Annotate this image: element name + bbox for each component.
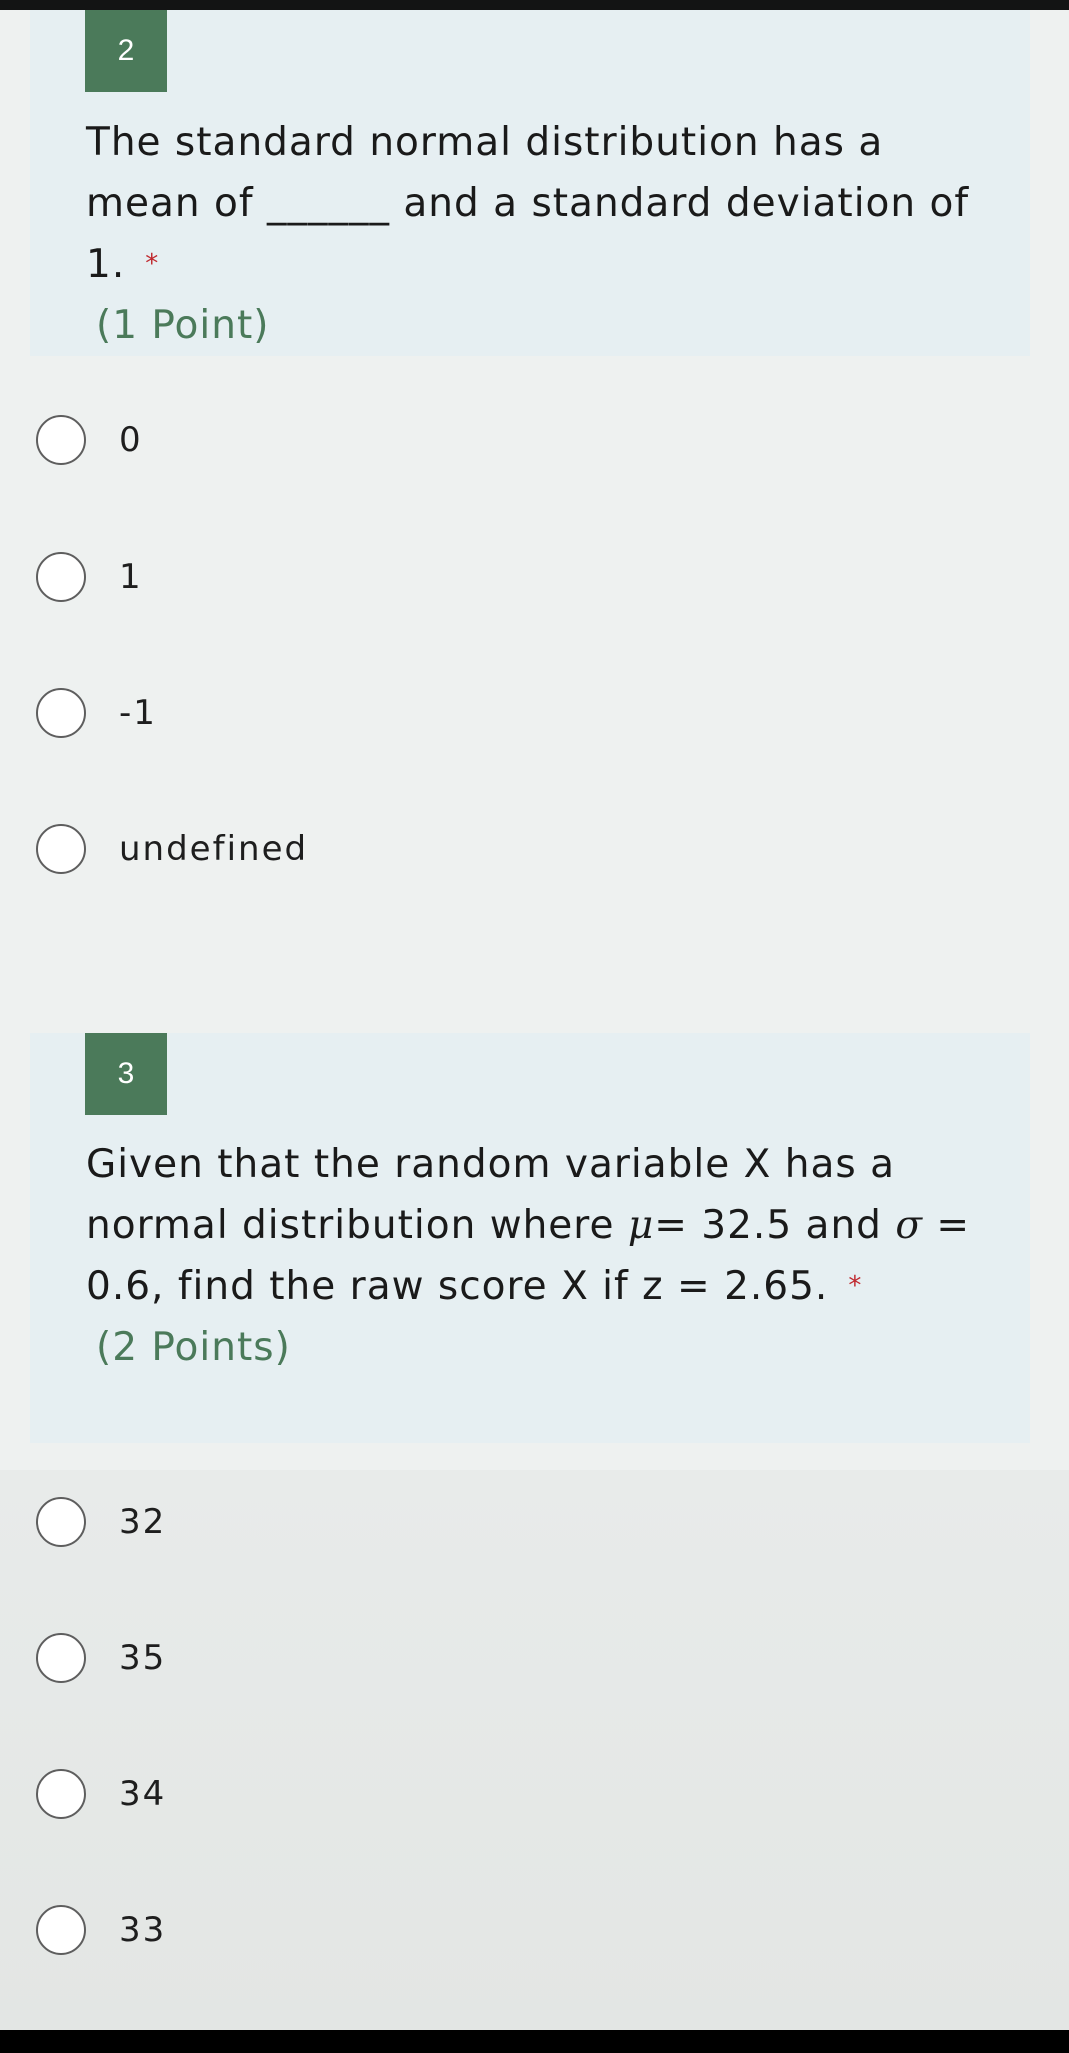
bottom-bar: [0, 2030, 1069, 2053]
question-prompt: The standard normal distribution has a m…: [86, 120, 970, 287]
radio-button[interactable]: [36, 415, 86, 465]
required-asterisk: *: [145, 249, 160, 279]
option-label: undefined: [119, 829, 309, 869]
question-points: (2 Points): [96, 1325, 291, 1370]
option-q3-3[interactable]: 33: [0, 1880, 1069, 1980]
option-label: 1: [119, 557, 143, 597]
option-q2-1[interactable]: 1: [0, 527, 1069, 627]
option-label: -1: [119, 693, 157, 733]
radio-button[interactable]: [36, 824, 86, 874]
option-label: 34: [119, 1774, 167, 1814]
radio-button[interactable]: [36, 688, 86, 738]
radio-button[interactable]: [36, 1769, 86, 1819]
question-points: (1 Point): [96, 303, 270, 348]
sigma-symbol: σ: [895, 1203, 923, 1248]
question-number-badge: 2: [85, 10, 167, 92]
option-q3-0[interactable]: 32: [0, 1472, 1069, 1572]
option-q2-2[interactable]: -1: [0, 663, 1069, 763]
option-label: 35: [119, 1638, 167, 1678]
mu-symbol: μ: [627, 1203, 655, 1248]
radio-button[interactable]: [36, 1633, 86, 1683]
option-q2-3[interactable]: undefined: [0, 799, 1069, 899]
option-q3-1[interactable]: 35: [0, 1608, 1069, 1708]
option-q2-0[interactable]: 0: [0, 390, 1069, 490]
question-text: The standard normal distribution has a m…: [86, 112, 986, 356]
option-label: 33: [119, 1910, 167, 1950]
question-text: Given that the random variable X has a n…: [86, 1134, 986, 1378]
question-prompt-part: = 32.5 and: [654, 1203, 896, 1248]
radio-button[interactable]: [36, 1497, 86, 1547]
radio-button[interactable]: [36, 1905, 86, 1955]
option-label: 0: [119, 420, 143, 460]
question-number-badge: 3: [85, 1033, 167, 1115]
option-label: 32: [119, 1502, 167, 1542]
option-q3-2[interactable]: 34: [0, 1744, 1069, 1844]
required-asterisk: *: [848, 1271, 863, 1301]
top-bar: [0, 0, 1069, 10]
radio-button[interactable]: [36, 552, 86, 602]
